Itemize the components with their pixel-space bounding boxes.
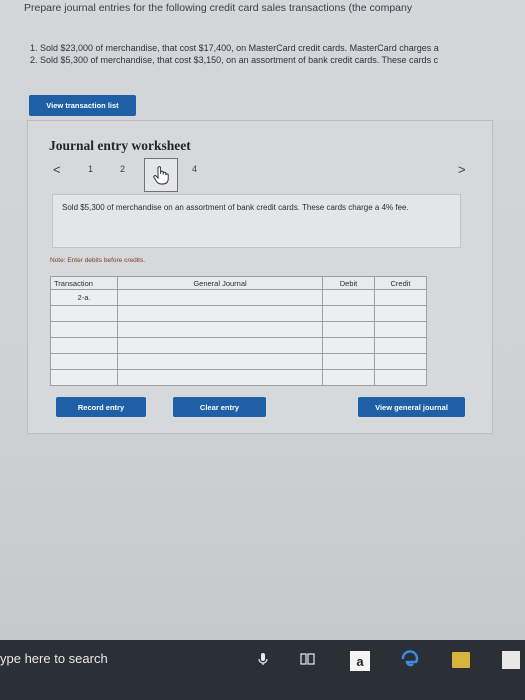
nav-page-3-current[interactable] xyxy=(144,158,178,192)
table-row xyxy=(50,369,427,386)
transaction-item-1: 1. Sold $23,000 of merchandise, that cos… xyxy=(30,43,439,53)
transaction-cell: 2-a. xyxy=(50,289,118,306)
account-input[interactable] xyxy=(117,369,323,386)
debit-input[interactable] xyxy=(322,369,375,386)
credit-input[interactable] xyxy=(374,321,427,338)
hand-pointer-icon xyxy=(153,166,169,185)
table-row xyxy=(50,353,427,370)
debit-input[interactable] xyxy=(322,353,375,370)
clear-entry-button[interactable]: Clear entry xyxy=(173,397,266,417)
account-input[interactable] xyxy=(117,337,323,354)
journal-entry-table: Transaction General Journal Debit Credit… xyxy=(50,276,427,386)
transaction-description: Sold $5,300 of merchandise on an assortm… xyxy=(62,203,409,212)
table-row xyxy=(50,305,427,322)
transaction-cell xyxy=(50,321,118,338)
record-entry-button[interactable]: Record entry xyxy=(56,397,146,417)
browser-content: Prepare journal entries for the followin… xyxy=(0,0,525,640)
credit-input[interactable] xyxy=(374,305,427,322)
taskbar-search-input[interactable]: ype here to search xyxy=(0,651,108,666)
prompt-text: Prepare journal entries for the followin… xyxy=(24,2,413,14)
transaction-cell xyxy=(50,353,118,370)
view-transaction-list-button[interactable]: View transaction list xyxy=(29,95,136,116)
credit-input[interactable] xyxy=(374,369,427,386)
task-view-icon[interactable] xyxy=(300,652,316,669)
edge-browser-icon[interactable] xyxy=(400,648,420,673)
worksheet-title: Journal entry worksheet xyxy=(49,138,191,153)
table-row xyxy=(50,337,427,354)
nav-page-4[interactable]: 4 xyxy=(192,164,197,174)
store-icon[interactable] xyxy=(502,651,520,669)
nav-page-1[interactable]: 1 xyxy=(88,164,93,174)
transaction-item-2: 2. Sold $5,300 of merchandise, that cost… xyxy=(30,55,439,65)
transaction-cell xyxy=(50,337,118,354)
table-row xyxy=(50,321,427,338)
file-explorer-icon[interactable] xyxy=(452,652,470,668)
windows-taskbar xyxy=(0,640,525,700)
nav-next-button[interactable]: > xyxy=(458,162,466,177)
debit-input[interactable] xyxy=(322,289,375,306)
debit-input[interactable] xyxy=(322,321,375,338)
nav-page-2[interactable]: 2 xyxy=(120,164,125,174)
header-transaction: Transaction xyxy=(50,276,118,290)
credit-input[interactable] xyxy=(374,353,427,370)
debit-credit-note: Note: Enter debits before credits. xyxy=(50,257,146,264)
account-input[interactable] xyxy=(117,305,323,322)
account-input[interactable] xyxy=(117,353,323,370)
credit-input[interactable] xyxy=(374,337,427,354)
header-debit: Debit xyxy=(322,276,375,290)
view-general-journal-button[interactable]: View general journal xyxy=(358,397,465,417)
debit-input[interactable] xyxy=(322,305,375,322)
transaction-cell xyxy=(50,369,118,386)
header-credit: Credit xyxy=(374,276,427,290)
table-row: 2-a. xyxy=(50,289,427,306)
nav-prev-button[interactable]: < xyxy=(53,162,61,177)
credit-input[interactable] xyxy=(374,289,427,306)
debit-input[interactable] xyxy=(322,337,375,354)
microphone-icon[interactable] xyxy=(258,652,268,669)
account-input[interactable] xyxy=(117,321,323,338)
account-input[interactable] xyxy=(117,289,323,306)
journal-header-row: Transaction General Journal Debit Credit xyxy=(50,276,427,290)
amazon-app-icon[interactable]: a xyxy=(350,651,370,671)
transaction-items: 1. Sold $23,000 of merchandise, that cos… xyxy=(30,42,439,66)
transaction-cell xyxy=(50,305,118,322)
header-general-journal: General Journal xyxy=(117,276,323,290)
